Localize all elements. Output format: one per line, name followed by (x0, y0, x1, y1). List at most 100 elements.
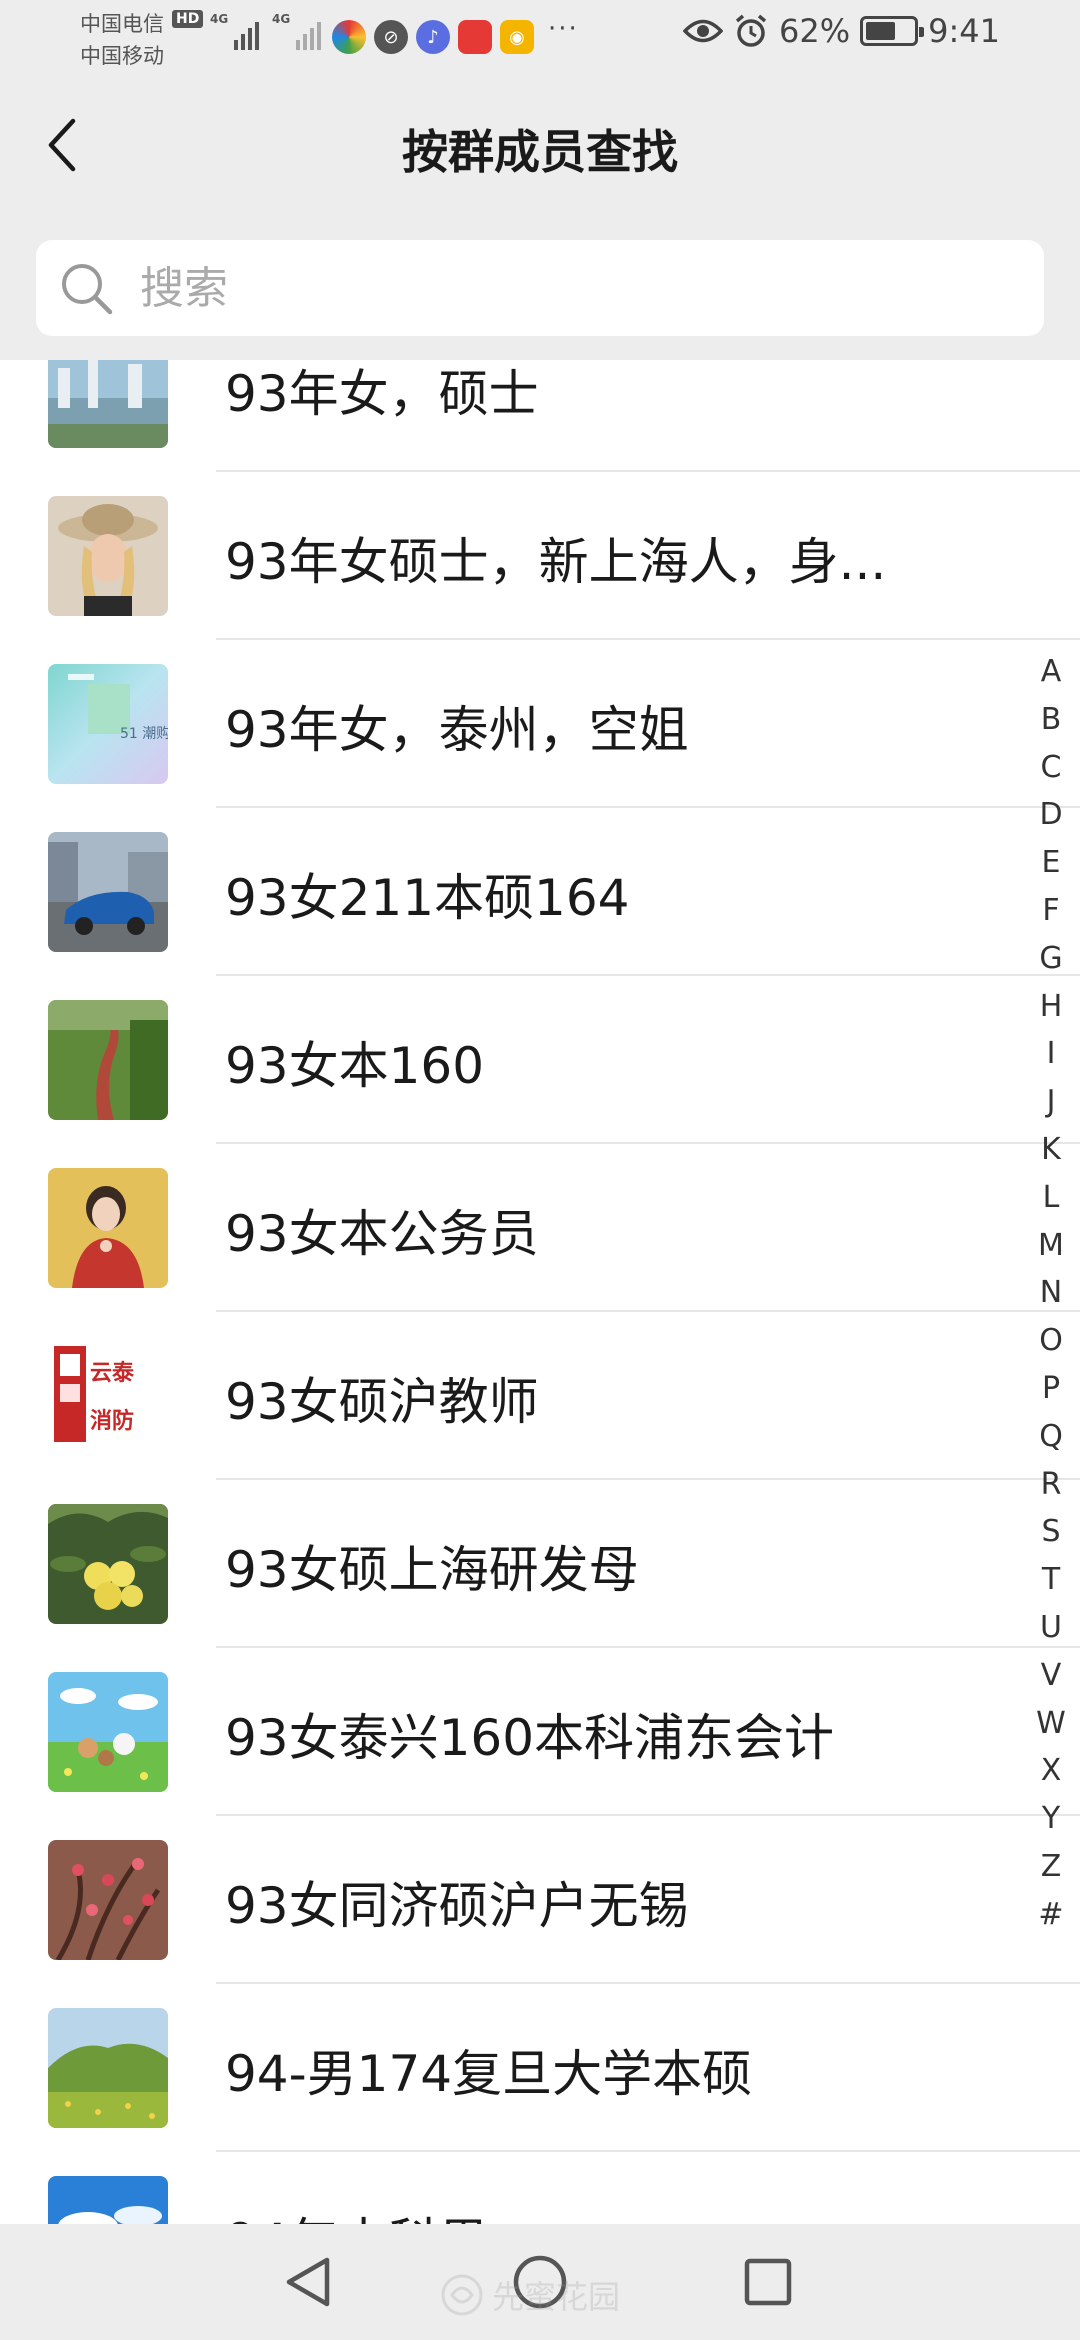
index-letter[interactable]: O (1039, 1317, 1063, 1365)
index-letter[interactable]: E (1042, 839, 1061, 887)
list-item[interactable]: 93女本公务员 (0, 1144, 1080, 1312)
index-letter[interactable]: N (1040, 1269, 1062, 1317)
status-bar: 中国电信 中国移动 HD 4G 4G ⊘ ♪ ◉ ··· 62% 9:41 (0, 0, 1080, 76)
search-section (0, 216, 1080, 360)
avatar (48, 2008, 168, 2128)
svg-text:消防: 消防 (90, 1408, 134, 1434)
search-input[interactable] (140, 262, 940, 314)
list-item[interactable]: 93年女硕士，新上海人，身... (0, 472, 1080, 640)
index-letter[interactable]: W (1036, 1700, 1066, 1748)
app-notification-icon (332, 20, 366, 54)
member-name: 94年本科男 (225, 2202, 489, 2224)
list-item[interactable]: 93女本160 (0, 976, 1080, 1144)
watermark-text: 先蜜花园 (492, 2278, 621, 2316)
huawei-app-icon (458, 20, 492, 54)
search-box[interactable] (36, 240, 1044, 336)
alarm-icon (735, 14, 767, 47)
title-bar: 按群成员查找 (0, 76, 1080, 216)
index-letter[interactable]: F (1042, 887, 1059, 935)
alphabet-index-bar[interactable]: A B C D E F G H I J K L M N O P Q R S T U V W X Y Z # (1028, 648, 1074, 1939)
index-letter[interactable]: L (1043, 1174, 1060, 1222)
member-name: 93女同济硕沪户无锡 (225, 1877, 689, 1935)
watermark: 先蜜花园 (440, 2272, 620, 2318)
list-item[interactable]: 51 潮购 93年女，泰州，空姐 (0, 640, 1080, 808)
member-name: 93年女硕士，新上海人，身... (225, 533, 887, 591)
member-name: 94-男174复旦大学本硕 (225, 2045, 753, 2103)
index-letter[interactable]: # (1038, 1891, 1063, 1939)
index-letter[interactable]: V (1041, 1652, 1062, 1700)
back-triangle-icon (286, 2257, 330, 2307)
nav-recents-button[interactable] (732, 2246, 804, 2318)
index-letter[interactable]: M (1038, 1222, 1064, 1270)
index-letter[interactable]: B (1041, 696, 1062, 744)
member-list[interactable]: 93年女，硕士 93年女硕士，新上海人，身... 51 潮购 93年女，泰州，空… (0, 360, 1080, 2224)
member-name: 93女硕上海研发母 (225, 1541, 639, 1599)
index-letter[interactable]: Y (1042, 1795, 1060, 1843)
avatar (48, 1672, 168, 1792)
signal-2-icon: 4G (272, 12, 321, 50)
avatar (48, 1168, 168, 1288)
music-icon: ♪ (416, 20, 450, 54)
avatar: 51 潮购 (48, 664, 168, 784)
battery-icon (860, 16, 925, 46)
index-letter[interactable]: S (1041, 1508, 1060, 1556)
clock: 9:41 (928, 12, 1000, 50)
index-letter[interactable]: Z (1041, 1843, 1062, 1891)
eye-icon (683, 19, 724, 43)
avatar (48, 1504, 168, 1624)
avatar (48, 360, 168, 448)
index-letter[interactable]: H (1040, 983, 1063, 1031)
list-item[interactable]: 93年女，硕士 (0, 360, 1080, 472)
index-letter[interactable]: R (1041, 1461, 1062, 1509)
member-name: 93女泰兴160本科浦东会计 (225, 1709, 835, 1767)
list-item[interactable]: 93女泰兴160本科浦东会计 (0, 1648, 1080, 1816)
recents-square-icon (744, 2258, 792, 2306)
svg-text:云泰: 云泰 (90, 1360, 135, 1386)
member-name: 93女硕沪教师 (225, 1373, 539, 1431)
carrier-1: 中国电信 (80, 12, 164, 36)
avatar (48, 1000, 168, 1120)
avatar (48, 496, 168, 616)
avatar (48, 832, 168, 952)
status-right: 62% 9:41 (683, 12, 1000, 50)
index-letter[interactable]: D (1039, 791, 1062, 839)
index-letter[interactable]: P (1042, 1365, 1060, 1413)
member-name: 93年女，硕士 (225, 365, 539, 423)
svg-text:51 潮购: 51 潮购 (120, 726, 168, 742)
nav-back-button[interactable] (272, 2246, 344, 2318)
list-item[interactable]: 93女211本硕164 (0, 808, 1080, 976)
list-item[interactable]: 94-男174复旦大学本硕 (0, 1984, 1080, 2152)
index-letter[interactable]: U (1040, 1604, 1062, 1652)
index-letter[interactable]: K (1041, 1126, 1061, 1174)
index-letter[interactable]: G (1039, 935, 1062, 983)
avatar (48, 1840, 168, 1960)
member-name: 93女211本硕164 (225, 869, 630, 927)
member-name: 93女本公务员 (225, 1205, 539, 1263)
list-item[interactable]: 云泰消防 93女硕沪教师 (0, 1312, 1080, 1480)
index-letter[interactable]: I (1047, 1030, 1056, 1078)
avatar: 云泰 消防 (48, 1336, 168, 1456)
watermark-logo-icon (441, 2274, 483, 2316)
avatar (48, 2176, 168, 2224)
index-letter[interactable]: J (1047, 1078, 1056, 1126)
hd-badge: HD (172, 10, 204, 28)
member-name: 93女本160 (225, 1037, 485, 1095)
index-letter[interactable]: Q (1039, 1413, 1063, 1461)
index-letter[interactable]: T (1042, 1556, 1060, 1604)
more-notifications: ··· (548, 14, 579, 44)
list-item[interactable]: 93女同济硕沪户无锡 (0, 1816, 1080, 1984)
index-letter[interactable]: C (1041, 744, 1062, 792)
battery-percent: 62% (779, 12, 851, 50)
list-item[interactable]: 94年本科男 (0, 2152, 1000, 2224)
signal-1-icon: 4G (210, 12, 259, 50)
system-nav-bar: 先蜜花园 (0, 2224, 1080, 2340)
member-name: 93年女，泰州，空姐 (225, 701, 689, 759)
weibo-icon: ◉ (500, 20, 534, 54)
index-letter[interactable]: X (1041, 1747, 1062, 1795)
page-title: 按群成员查找 (402, 125, 678, 179)
list-item[interactable]: 93女硕上海研发母 (0, 1480, 1080, 1648)
carrier-2: 中国移动 (80, 44, 164, 68)
index-letter[interactable]: A (1041, 648, 1062, 696)
app-notification-icon: ⊘ (374, 20, 408, 54)
search-icon (62, 264, 113, 315)
